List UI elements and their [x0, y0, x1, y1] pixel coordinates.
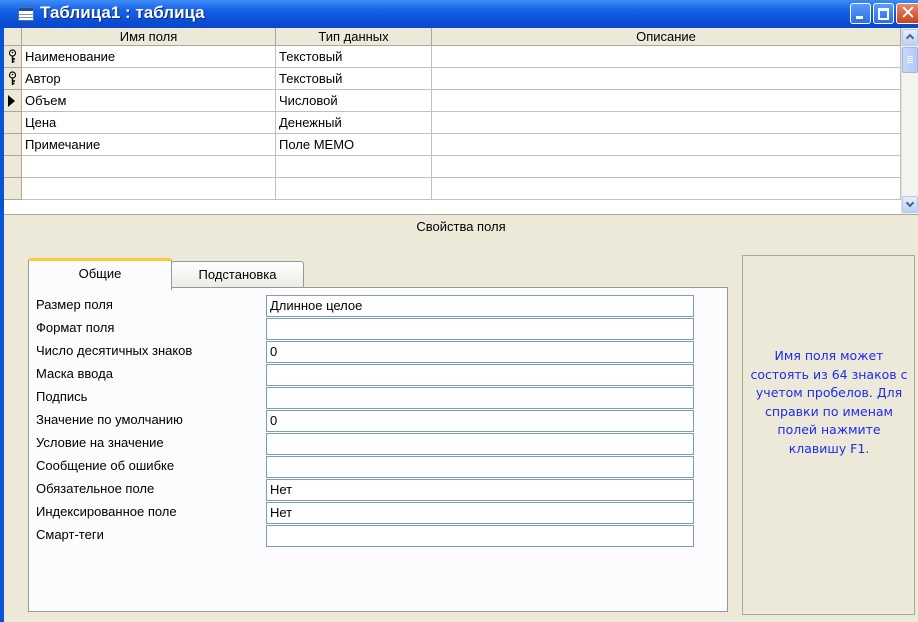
data-type-cell[interactable]: Текстовый [276, 68, 432, 90]
window-title: Таблица1 : таблица [40, 3, 205, 22]
data-type-cell[interactable]: Денежный [276, 112, 432, 134]
close-icon: ✕ [900, 2, 916, 24]
table-row[interactable]: Цена Денежный [4, 112, 901, 134]
prop-value-indexed[interactable]: Нет [266, 502, 694, 524]
table-row[interactable]: Автор Текстовый [4, 68, 901, 90]
key-icon [8, 49, 17, 63]
design-view: Имя поля Тип данных Описание Наименовани… [4, 28, 918, 622]
general-tab-panel: Размер поля Длинное целое Формат поля Чи… [28, 287, 728, 612]
prop-label-input-mask: Маска ввода [36, 366, 113, 381]
prop-value-format[interactable] [266, 318, 694, 340]
prop-value-field-size[interactable]: Длинное целое [266, 295, 694, 317]
row-selector[interactable] [4, 134, 22, 156]
prop-value-validation-text[interactable] [266, 456, 694, 478]
table-row[interactable]: Наименование Текстовый [4, 46, 901, 68]
data-type-cell[interactable] [276, 178, 432, 200]
row-selector[interactable] [4, 156, 22, 178]
field-properties-header: Свойства поля [4, 214, 918, 239]
tab-general[interactable]: Общие [28, 258, 172, 290]
table-row[interactable] [4, 178, 901, 200]
column-header-data-type[interactable]: Тип данных [276, 28, 432, 46]
field-name-cell[interactable]: Цена [22, 112, 276, 134]
data-type-cell[interactable]: Числовой [276, 90, 432, 112]
prop-value-required[interactable]: Нет [266, 479, 694, 501]
prop-value-input-mask[interactable] [266, 364, 694, 386]
prop-value-default-value[interactable]: 0 [266, 410, 694, 432]
description-cell[interactable] [432, 68, 901, 90]
table-icon [18, 7, 34, 21]
description-cell[interactable] [432, 46, 901, 68]
prop-label-field-size: Размер поля [36, 297, 113, 312]
scroll-up-button[interactable] [902, 29, 918, 46]
prop-value-caption[interactable] [266, 387, 694, 409]
scroll-down-button[interactable] [902, 196, 918, 213]
field-name-cell[interactable]: Наименование [22, 46, 276, 68]
table-row[interactable] [4, 156, 901, 178]
table-row[interactable]: Примечание Поле MEMO [4, 134, 901, 156]
data-type-cell[interactable]: Поле MEMO [276, 134, 432, 156]
column-header-field-name[interactable]: Имя поля [22, 28, 276, 46]
scroll-thumb[interactable] [902, 47, 918, 73]
column-header-description[interactable]: Описание [432, 28, 901, 46]
help-hint-text: Имя поля может состоять из 64 знаков с у… [750, 348, 908, 456]
data-type-cell[interactable]: Текстовый [276, 46, 432, 68]
prop-label-caption: Подпись [36, 389, 88, 404]
table-row[interactable]: Объем Числовой [4, 90, 901, 112]
row-selector[interactable] [4, 46, 22, 68]
field-name-cell[interactable] [22, 178, 276, 200]
description-cell[interactable] [432, 112, 901, 134]
description-cell[interactable] [432, 134, 901, 156]
close-button[interactable]: ✕ [896, 2, 918, 24]
prop-label-decimal-places: Число десятичных знаков [36, 343, 193, 358]
field-name-cell[interactable] [22, 156, 276, 178]
field-grid: Имя поля Тип данных Описание Наименовани… [4, 28, 901, 214]
prop-label-indexed: Индексированное поле [36, 504, 177, 519]
key-icon [8, 71, 17, 85]
data-type-cell[interactable] [276, 156, 432, 178]
row-selector[interactable] [4, 178, 22, 200]
prop-value-smart-tags[interactable] [266, 525, 694, 547]
description-cell[interactable] [432, 156, 901, 178]
description-cell[interactable] [432, 90, 901, 112]
prop-label-smart-tags: Смарт-теги [36, 527, 104, 542]
description-cell[interactable] [432, 178, 901, 200]
row-selector[interactable] [4, 112, 22, 134]
prop-label-default-value: Значение по умолчанию [36, 412, 183, 427]
prop-label-validation-text: Сообщение об ошибке [36, 458, 175, 473]
row-selector[interactable] [4, 90, 22, 112]
title-bar[interactable]: Таблица1 : таблица ✕ [0, 0, 918, 28]
field-name-cell[interactable]: Объем [22, 90, 276, 112]
maximize-button[interactable] [873, 3, 894, 24]
current-row-arrow-icon [8, 95, 15, 107]
help-hint-panel: Имя поля может состоять из 64 знаков с у… [742, 255, 915, 615]
grid-corner[interactable] [4, 28, 22, 46]
field-name-cell[interactable]: Автор [22, 68, 276, 90]
prop-label-required: Обязательное поле [36, 481, 155, 496]
prop-label-validation-rule: Условие на значение [36, 435, 164, 450]
table-design-window: Таблица1 : таблица ✕ Имя поля Тип данных… [0, 0, 918, 622]
prop-label-format: Формат поля [36, 320, 115, 335]
minimize-button[interactable] [850, 3, 871, 24]
field-name-cell[interactable]: Примечание [22, 134, 276, 156]
row-selector[interactable] [4, 68, 22, 90]
vertical-scrollbar[interactable] [901, 28, 918, 214]
prop-value-decimal-places[interactable]: 0 [266, 341, 694, 363]
prop-value-validation-rule[interactable] [266, 433, 694, 455]
tab-lookup[interactable]: Подстановка [171, 261, 304, 287]
